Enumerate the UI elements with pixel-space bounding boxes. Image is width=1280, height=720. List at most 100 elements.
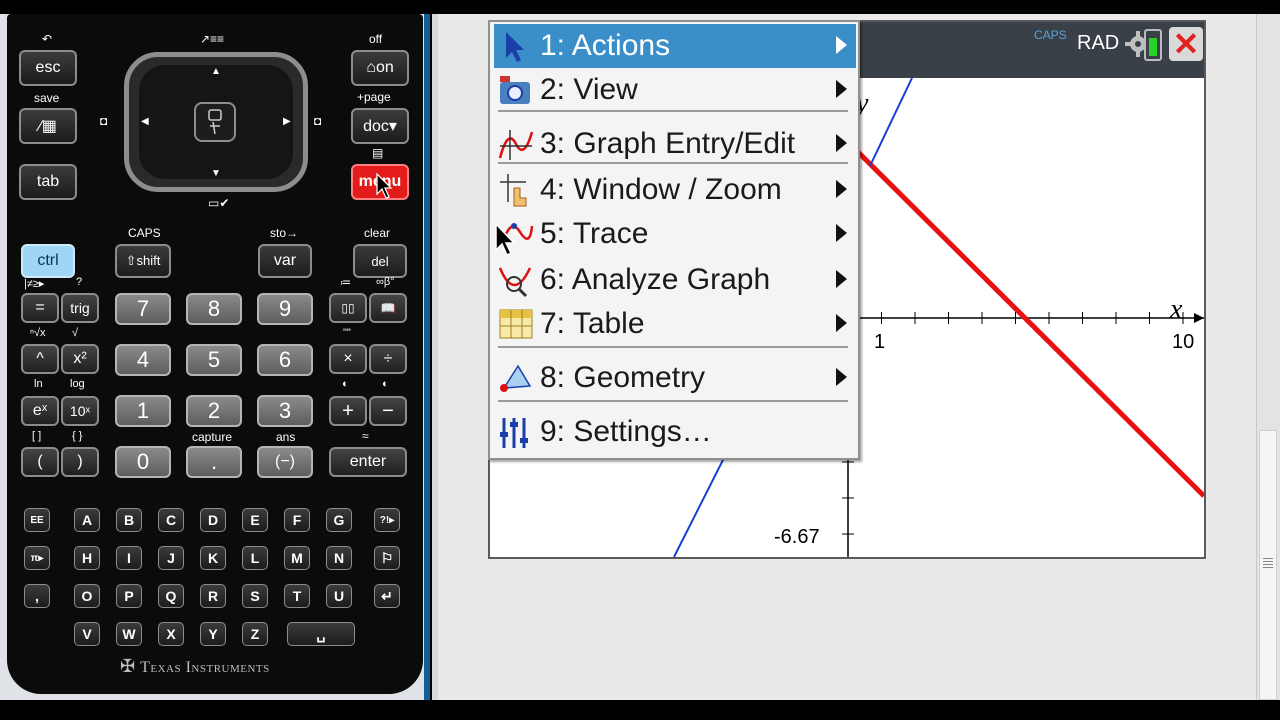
exp-key[interactable]: eˣ bbox=[21, 396, 59, 426]
key-4[interactable]: 4 bbox=[115, 344, 171, 376]
alpha-key-f[interactable]: F bbox=[284, 508, 310, 532]
equals-key[interactable]: = bbox=[21, 293, 59, 323]
alpha-key-s[interactable]: S bbox=[242, 584, 268, 608]
menu-item-8[interactable]: 8: Geometry bbox=[494, 356, 856, 400]
alpha-key-w[interactable]: W bbox=[116, 622, 142, 646]
tab-key[interactable]: tab bbox=[19, 164, 77, 200]
menu-item-1[interactable]: 1: Actions bbox=[494, 24, 856, 68]
left-paren-key[interactable]: ( bbox=[21, 447, 59, 477]
key-6[interactable]: 6 bbox=[257, 344, 313, 376]
alpha-key-d[interactable]: D bbox=[200, 508, 226, 532]
alpha-key-l[interactable]: L bbox=[242, 546, 268, 570]
submenu-arrow-icon bbox=[836, 270, 847, 288]
del-key[interactable]: del bbox=[353, 244, 407, 278]
touchpad-left-icon: ◀ bbox=[141, 116, 149, 127]
function-f2-plot-lower[interactable] bbox=[673, 453, 727, 557]
key-3[interactable]: 3 bbox=[257, 395, 313, 427]
menu-item-label: 9: Settings… bbox=[540, 415, 712, 448]
pi-key[interactable]: π▸ bbox=[24, 546, 50, 570]
x-tick-label-1: 1 bbox=[874, 331, 885, 353]
enter-key[interactable]: enter bbox=[329, 447, 407, 477]
key-9[interactable]: 9 bbox=[257, 293, 313, 325]
alpha-key-r[interactable]: R bbox=[200, 584, 226, 608]
punctuation-key[interactable]: ?!▸ bbox=[374, 508, 400, 532]
alpha-key-i[interactable]: I bbox=[116, 546, 142, 570]
shift-key[interactable]: ⇧shift bbox=[115, 244, 171, 278]
ctrl-key[interactable]: ctrl bbox=[21, 244, 75, 278]
alpha-key-z[interactable]: Z bbox=[242, 622, 268, 646]
key-8[interactable]: 8 bbox=[186, 293, 242, 325]
alpha-key-y[interactable]: Y bbox=[200, 622, 226, 646]
key-2[interactable]: 2 bbox=[186, 395, 242, 427]
alpha-key-b[interactable]: B bbox=[116, 508, 142, 532]
close-document-button[interactable]: ✕ bbox=[1169, 26, 1203, 62]
return-key[interactable]: ↵ bbox=[374, 584, 400, 608]
menu-item-9[interactable]: 9: Settings… bbox=[494, 410, 856, 454]
menu-item-5[interactable]: 5: Trace bbox=[494, 212, 856, 256]
key-5[interactable]: 5 bbox=[186, 344, 242, 376]
submenu-arrow-icon bbox=[836, 180, 847, 198]
key-7[interactable]: 7 bbox=[115, 293, 171, 325]
alpha-key-p[interactable]: P bbox=[116, 584, 142, 608]
trig-key[interactable]: trig bbox=[61, 293, 99, 323]
templates-key[interactable]: ▯▯ bbox=[329, 293, 367, 323]
alpha-key-m[interactable]: M bbox=[284, 546, 310, 570]
y-tick-label-neg: -6.67 bbox=[774, 526, 820, 548]
doc-key[interactable]: doc▾ bbox=[351, 108, 409, 144]
alpha-key-u[interactable]: U bbox=[326, 584, 352, 608]
alpha-key-q[interactable]: Q bbox=[158, 584, 184, 608]
menu-item-7[interactable]: 7: Table bbox=[494, 302, 856, 346]
function-f1-plot[interactable] bbox=[854, 148, 1204, 498]
function-f2-plot-upper[interactable] bbox=[869, 78, 913, 167]
minus-key[interactable]: − bbox=[369, 396, 407, 426]
define-label: ≔ bbox=[340, 277, 351, 289]
menu-item-6[interactable]: 6: Analyze Graph bbox=[494, 258, 856, 302]
table-icon bbox=[499, 309, 533, 339]
alpha-key-e[interactable]: E bbox=[242, 508, 268, 532]
space-key[interactable]: ␣ bbox=[287, 622, 355, 646]
decimal-key[interactable]: . bbox=[186, 446, 242, 478]
menu-item-label: 2: View bbox=[540, 73, 638, 106]
divide-key[interactable]: ÷ bbox=[369, 344, 407, 374]
alpha-key-t[interactable]: T bbox=[284, 584, 310, 608]
ee-key[interactable]: EE bbox=[24, 508, 50, 532]
key-1[interactable]: 1 bbox=[115, 395, 171, 427]
home-on-key[interactable]: ⌂ on bbox=[351, 50, 409, 86]
x-tick-label-10: 10 bbox=[1172, 331, 1194, 353]
pow10-key[interactable]: 10ˣ bbox=[61, 396, 99, 426]
square-key[interactable]: x² bbox=[61, 344, 99, 374]
catalog-key[interactable]: 📖 bbox=[369, 293, 407, 323]
caps-label: CAPS bbox=[128, 226, 161, 240]
caret-key[interactable]: ^ bbox=[21, 344, 59, 374]
comma-key[interactable]: , bbox=[24, 584, 50, 608]
alpha-key-n[interactable]: N bbox=[326, 546, 352, 570]
alpha-key-k[interactable]: K bbox=[200, 546, 226, 570]
right-paren-key[interactable]: ) bbox=[61, 447, 99, 477]
menu-item-3[interactable]: 3: Graph Entry/Edit bbox=[494, 122, 856, 166]
menu-item-4[interactable]: 4: Window / Zoom bbox=[494, 168, 856, 212]
submenu-arrow-icon bbox=[836, 80, 847, 98]
menu-item-2[interactable]: 2: View bbox=[494, 68, 856, 112]
alpha-key-v[interactable]: V bbox=[74, 622, 100, 646]
alpha-key-c[interactable]: C bbox=[158, 508, 184, 532]
tri2-label: ◐ bbox=[382, 378, 389, 390]
multiply-key[interactable]: × bbox=[329, 344, 367, 374]
alpha-key-j[interactable]: J bbox=[158, 546, 184, 570]
touchpad-click-button[interactable] bbox=[194, 102, 236, 142]
flag-key[interactable]: ⚐ bbox=[374, 546, 400, 570]
negative-key[interactable]: (−) bbox=[257, 446, 313, 478]
menu-item-label: 7: Table bbox=[540, 307, 645, 340]
tri1-label: ◐ bbox=[342, 378, 349, 390]
key-0[interactable]: 0 bbox=[115, 446, 171, 478]
add-page-label: +page bbox=[357, 90, 391, 104]
alpha-key-g[interactable]: G bbox=[326, 508, 352, 532]
alpha-key-a[interactable]: A bbox=[74, 508, 100, 532]
alpha-key-x[interactable]: X bbox=[158, 622, 184, 646]
var-key[interactable]: var bbox=[258, 244, 312, 278]
esc-key[interactable]: esc bbox=[19, 50, 77, 86]
alpha-key-h[interactable]: H bbox=[74, 546, 100, 570]
scratchpad-key[interactable]: ⁄▦ bbox=[19, 108, 77, 144]
plus-key[interactable]: + bbox=[329, 396, 367, 426]
angle-mode-indicator: RAD bbox=[1077, 32, 1120, 54]
alpha-key-o[interactable]: O bbox=[74, 584, 100, 608]
